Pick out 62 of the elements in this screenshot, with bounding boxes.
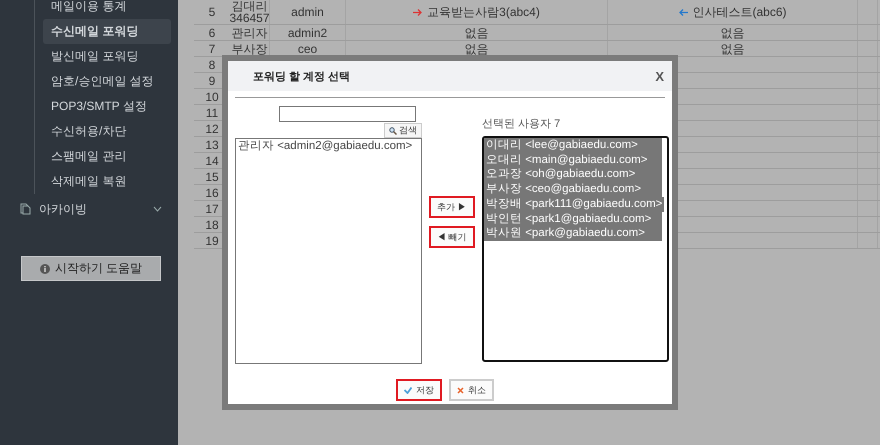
add-button[interactable]: 추가 ▶ [429, 196, 475, 218]
row-number: 17 [205, 202, 219, 214]
row-number: 6 [208, 26, 216, 38]
user-item[interactable]: 오과장 <oh@gabiaedu.com> [484, 167, 662, 182]
table-cell: 없음 [720, 26, 744, 38]
right-arrow-icon [413, 8, 424, 16]
table-cell: 없음 [720, 42, 744, 54]
row-number: 14 [205, 154, 219, 166]
close-button[interactable]: X [655, 68, 664, 84]
row-number: 10 [205, 90, 219, 102]
sidebar-item[interactable]: 수신메일 포워딩 [43, 19, 171, 44]
sidebar-section[interactable]: 아카이빙 [39, 200, 145, 218]
remove-button[interactable]: ◀ 빼기 [429, 226, 475, 248]
sidebar-item[interactable]: POP3/SMTP 설정 [43, 94, 171, 119]
selected-users-heading: 선택된 사용자 7 [482, 117, 562, 132]
row-number: 7 [208, 42, 216, 54]
cancel-button[interactable]: 취소 [449, 379, 494, 401]
row-number: 18 [205, 218, 219, 230]
search-field[interactable] [279, 106, 416, 122]
table-cell: 김대리 346457 [229, 0, 270, 24]
user-item[interactable]: 박사원 <park@gabiaedu.com> [484, 226, 662, 241]
table-cell: admin [291, 6, 324, 18]
sidebar-item[interactable]: 메일이용 통계 [43, 0, 171, 19]
sidebar-item[interactable]: 발신메일 포워딩 [43, 44, 171, 69]
sidebar-item[interactable]: 스팸메일 관리 [43, 144, 171, 169]
row-number: 9 [208, 74, 216, 86]
row-number: 15 [205, 170, 219, 182]
table-cell: 부사장 [232, 42, 268, 54]
search-button[interactable]: 검색 [384, 123, 422, 138]
sidebar-item[interactable]: 삭제메일 복원 [43, 169, 171, 194]
table-cell: 교육받는사람3(abc4) [427, 6, 540, 18]
row-number: 13 [205, 138, 219, 150]
table-cell: 관리자 [232, 26, 268, 38]
close-icon [457, 386, 464, 394]
dialog-title: 포워딩 할 계정 선택 [253, 70, 350, 84]
user-item[interactable]: 이대리 <lee@gabiaedu.com> [484, 138, 662, 153]
info-icon [40, 264, 50, 274]
user-item[interactable]: 박장배 <park111@gabiaedu.com> [484, 196, 664, 212]
table-cell: 없음 [464, 26, 488, 38]
table-cell: ceo [298, 42, 318, 54]
sidebar-item[interactable]: 암호/승인메일 설정 [43, 69, 171, 94]
row-number: 19 [205, 234, 219, 246]
user-item[interactable]: 관리자 <admin2@gabiaedu.com> [236, 139, 414, 154]
help-button[interactable]: 시작하기 도움말 [21, 256, 161, 281]
chevron-icon[interactable] [153, 206, 162, 212]
document-icon [20, 203, 31, 215]
left-arrow-icon [678, 8, 688, 16]
user-item[interactable]: 오대리 <main@gabiaedu.com> [484, 152, 662, 168]
row-number: 5 [208, 6, 216, 18]
row-number: 16 [205, 186, 219, 198]
table-cell: admin2 [288, 26, 328, 38]
check-icon [404, 386, 412, 394]
search-icon [389, 126, 397, 134]
table-cell: 없음 [464, 42, 488, 54]
sidebar-item[interactable]: 수신허용/차단 [43, 119, 171, 144]
save-button[interactable]: 저장 [396, 379, 442, 401]
row-number: 12 [205, 122, 219, 134]
user-item[interactable]: 박인턴 <park1@gabiaedu.com> [484, 212, 662, 226]
user-item[interactable]: 부사장 <ceo@gabiaedu.com> [484, 182, 662, 197]
row-number: 8 [208, 58, 216, 70]
table-cell: 인사테스트(abc6) [692, 6, 786, 18]
row-number: 11 [206, 106, 218, 118]
